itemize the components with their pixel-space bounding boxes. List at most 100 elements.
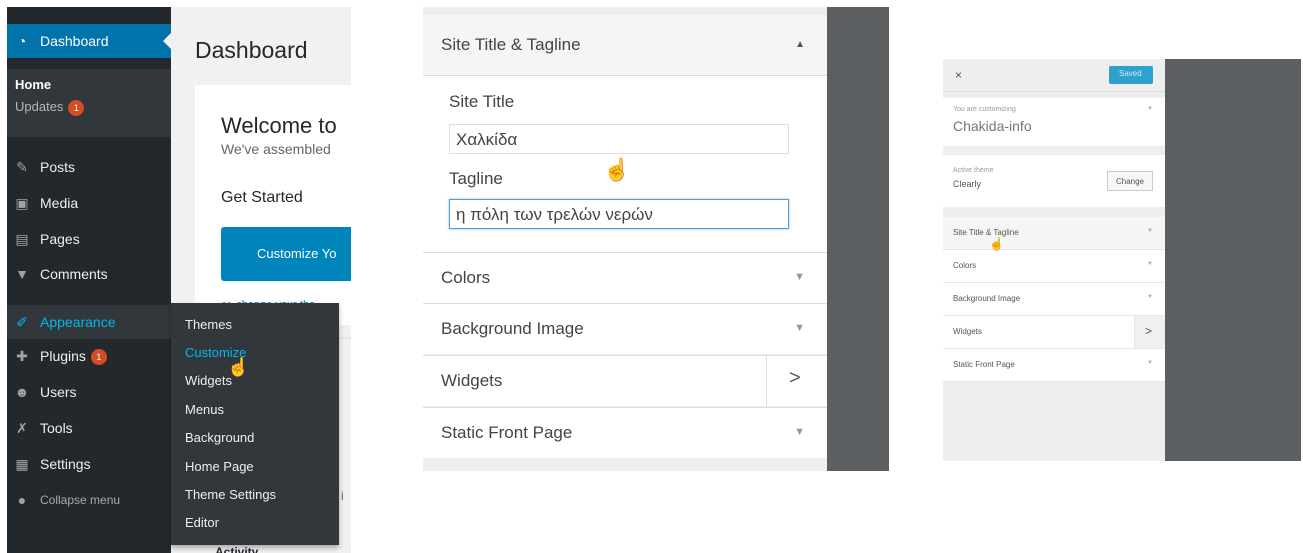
menu-item-users[interactable]: ☻ Users (7, 375, 171, 409)
mini-section-static-front[interactable]: Static Front Page ▼ (943, 349, 1165, 382)
menu-item-settings[interactable]: ▦ Settings (7, 447, 171, 481)
customizer-zoom-panel: Site Title & Tagline ▲ Site Title Χαλκίδ… (423, 7, 889, 471)
section-colors[interactable]: Colors ▼ (423, 252, 827, 303)
tagline-label: Tagline (449, 169, 503, 188)
save-button[interactable]: Saved (1109, 66, 1153, 84)
tagline-input[interactable]: η πόλη των τρελών νερών (449, 199, 789, 229)
get-started-heading: Get Started (221, 189, 303, 206)
widgets-chevron-button[interactable]: > (766, 356, 827, 406)
mini-section-site-title[interactable]: Site Title & Tagline ▼ (943, 217, 1165, 250)
updates-label: Updates (15, 99, 64, 114)
menu-label-plugins: Plugins 1 (40, 348, 107, 366)
activity-heading: Activity (215, 545, 259, 553)
submenu-updates[interactable]: Updates 1 (15, 99, 85, 116)
menu-item-plugins[interactable]: ✚ Plugins 1 (7, 339, 171, 373)
menu-label-appearance: Appearance (40, 314, 116, 330)
submenu-home[interactable]: Home (15, 77, 51, 92)
mini-section-widgets[interactable]: Widgets > (943, 316, 1165, 349)
menu-label-comments: Comments (40, 266, 108, 282)
updates-count-badge: 1 (68, 99, 85, 116)
close-icon[interactable]: × (955, 68, 962, 82)
section-header-site-title[interactable]: Site Title & Tagline ▲ (423, 15, 827, 76)
page-title: Dashboard (195, 37, 308, 63)
menu-item-comments[interactable]: ▼ Comments (7, 257, 171, 291)
menu-item-tools[interactable]: ✗ Tools (7, 411, 171, 445)
change-theme-button[interactable]: Change (1107, 171, 1153, 191)
active-theme-name: Clearly (953, 179, 982, 189)
admin-sidebar: ◔ Dashboard Home Updates 1 ✎ Posts ▣ Medi… (7, 7, 171, 553)
menu-item-dashboard[interactable]: ◔ Dashboard (7, 24, 171, 58)
pin-icon: ✎ (16, 159, 28, 175)
chevron-right-icon: > (789, 367, 801, 389)
expand-arrow-icon: ▼ (794, 426, 805, 438)
flyout-item-editor[interactable]: Editor (185, 515, 219, 530)
settings-icon: ▦ (15, 456, 29, 472)
section-static-front-page[interactable]: Static Front Page ▼ (423, 407, 827, 458)
expand-arrow-icon: ▼ (1147, 228, 1153, 234)
current-menu-arrow (163, 33, 171, 49)
menu-label-settings: Settings (40, 456, 91, 472)
flyout-item-home-page[interactable]: Home Page (185, 459, 254, 474)
active-theme-box: Active theme Clearly Change (943, 155, 1165, 207)
section-static-front-label: Static Front Page (441, 423, 573, 442)
site-title-label: Site Title (449, 92, 515, 111)
menu-item-pages[interactable]: ▤ Pages (7, 222, 171, 256)
mini-section-label: Site Title & Tagline (953, 228, 1019, 237)
active-theme-label: Active theme (953, 167, 994, 174)
mini-preview-area (1165, 59, 1301, 461)
customizer-sidebar: Site Title & Tagline ▲ Site Title Χαλκίδ… (423, 7, 827, 471)
section-widgets[interactable]: Widgets > (423, 355, 827, 406)
menu-label-posts: Posts (40, 159, 76, 175)
collapse-arrow-icon: ▲ (795, 39, 805, 50)
menu-item-appearance[interactable]: ✐ Appearance (7, 305, 171, 339)
customizing-info: You are customizing Chakida-info ▼ (943, 98, 1165, 146)
partial-text: i (341, 489, 344, 503)
mini-section-label: Static Front Page (953, 360, 1015, 369)
dashboard-submenu: Home Updates 1 (7, 69, 171, 137)
customize-site-button[interactable]: Customize Yo (221, 227, 351, 281)
pages-icon: ▤ (15, 231, 29, 247)
customizing-label: You are customizing (953, 106, 1016, 113)
menu-item-posts[interactable]: ✎ Posts (7, 150, 171, 184)
menu-label-tools: Tools (40, 420, 73, 436)
customizer-mini-panel: × Saved You are customizing Chakida-info… (943, 59, 1301, 461)
flyout-item-theme-settings[interactable]: Theme Settings (185, 487, 276, 502)
plug-icon: ✚ (16, 348, 28, 364)
flyout-item-menus[interactable]: Menus (185, 402, 224, 417)
widgets-chevron-button[interactable]: > (1134, 316, 1165, 348)
mini-section-colors[interactable]: Colors ▼ (943, 250, 1165, 283)
appearance-flyout-menu: Themes Customize Widgets Menus Backgroun… (171, 303, 339, 545)
save-button-label: Saved (1119, 69, 1142, 78)
preview-area (827, 7, 889, 471)
menu-label-media: Media (40, 195, 79, 211)
flyout-item-themes[interactable]: Themes (185, 317, 232, 332)
section-colors-label: Colors (441, 268, 491, 287)
pointer-cursor-icon: ☝ (603, 157, 631, 182)
menu-item-media[interactable]: ▣ Media (7, 186, 171, 220)
pointer-cursor-icon: ☝ (227, 357, 250, 377)
expand-arrow-icon: ▼ (1147, 360, 1153, 366)
site-title-input[interactable]: Χαλκίδα (449, 124, 789, 154)
section-widgets-label: Widgets (441, 371, 503, 390)
comment-icon: ▼ (15, 266, 29, 282)
site-name: Chakida-info (953, 118, 1032, 134)
pointer-cursor-icon: ☝ (989, 237, 1004, 251)
expand-arrow-icon: ▼ (794, 322, 805, 334)
media-icon: ▣ (15, 195, 29, 211)
mini-header: × Saved (943, 59, 1165, 92)
flyout-item-widgets[interactable]: Widgets (185, 373, 232, 388)
wp-admin-panel: ◔ Dashboard Home Updates 1 ✎ Posts ▣ Medi… (7, 7, 351, 553)
mini-customizer-sidebar: × Saved You are customizing Chakida-info… (943, 59, 1165, 461)
welcome-subtext: We've assembled (221, 141, 331, 157)
section-background-image[interactable]: Background Image ▼ (423, 303, 827, 354)
wrench-icon: ✗ (16, 420, 28, 436)
section-background-label: Background Image (441, 319, 584, 338)
menu-item-collapse[interactable]: ● Collapse menu (7, 483, 171, 517)
customize-site-button-label: Customize Yo (257, 246, 337, 261)
mini-section-background[interactable]: Background Image ▼ (943, 283, 1165, 316)
collapse-icon: ● (17, 492, 27, 508)
section-title: Site Title & Tagline (441, 35, 581, 54)
plugins-count-badge: 1 (90, 349, 107, 366)
flyout-item-background[interactable]: Background (185, 430, 254, 445)
menu-label-collapse: Collapse menu (40, 493, 121, 507)
